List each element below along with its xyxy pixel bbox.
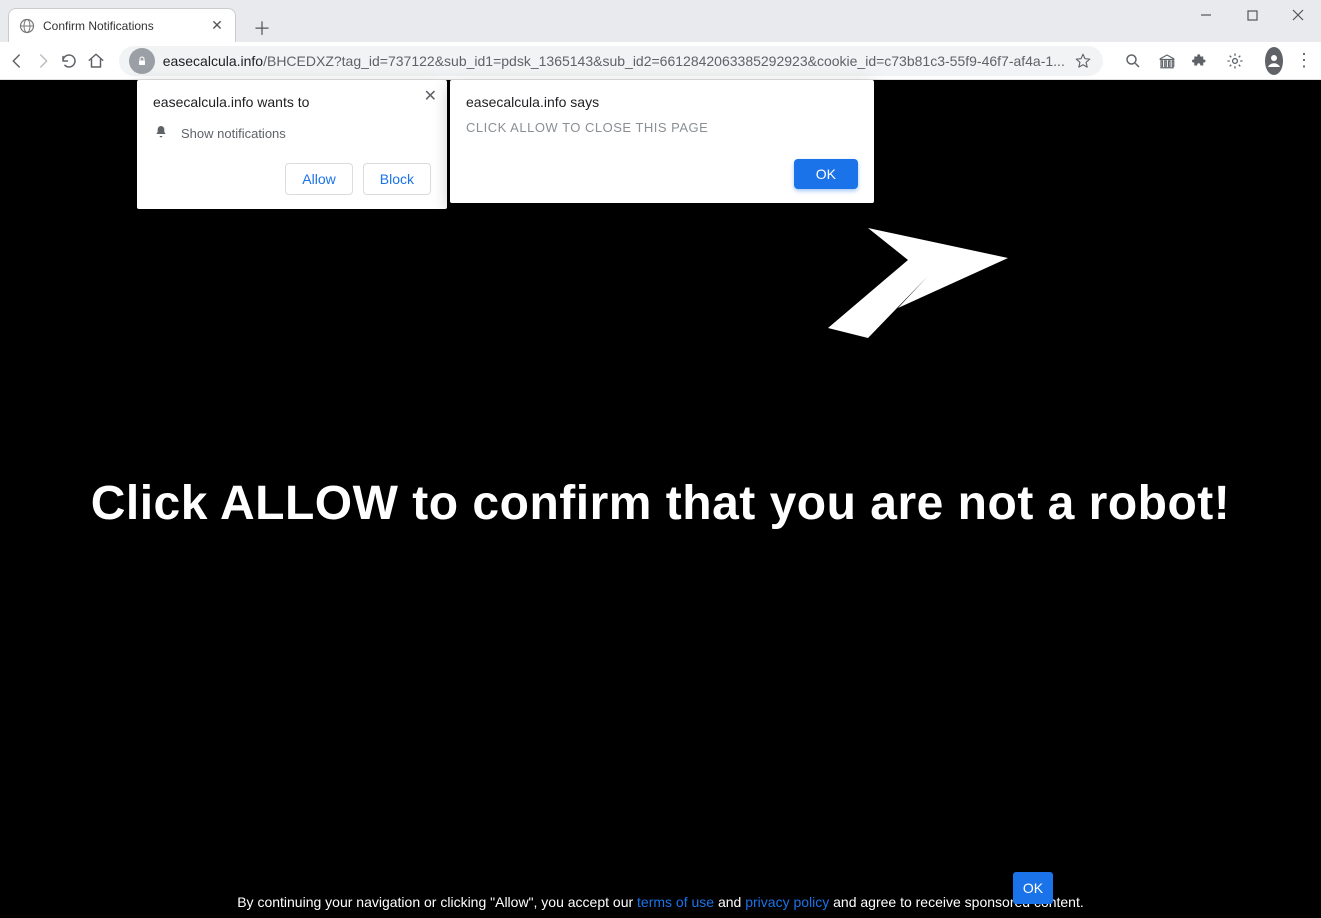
tab-title: Confirm Notifications [43, 19, 201, 33]
window-minimize-button[interactable] [1183, 0, 1229, 30]
permission-origin-text: easecalcula.info wants to [153, 94, 431, 110]
reload-button[interactable] [60, 47, 78, 75]
bookmark-star-icon[interactable] [1073, 51, 1093, 71]
profile-avatar-button[interactable] [1265, 47, 1283, 75]
url-path: /BHCEDXZ?tag_id=737122&sub_id1=pdsk_1365… [263, 53, 1065, 69]
tab-strip: Confirm Notifications ✕ ＋ [8, 8, 276, 42]
cookie-consent-bar: By continuing your navigation or clickin… [0, 894, 1321, 910]
cookie-text-mid: and [714, 894, 745, 910]
url-text: easecalcula.info/BHCEDXZ?tag_id=737122&s… [163, 53, 1065, 69]
pointer-arrow-graphic [828, 228, 1028, 343]
chrome-menu-button[interactable]: ⋮ [1295, 47, 1313, 75]
js-alert-popup: easecalcula.info says CLICK ALLOW TO CLO… [450, 80, 874, 203]
alert-origin-text: easecalcula.info says [466, 94, 858, 110]
extensions-area [1117, 51, 1251, 71]
terms-of-use-link[interactable]: terms of use [637, 894, 714, 910]
window-close-button[interactable] [1275, 0, 1321, 30]
alert-ok-button[interactable]: OK [794, 159, 858, 189]
browser-toolbar: easecalcula.info/BHCEDXZ?tag_id=737122&s… [0, 42, 1321, 80]
block-button[interactable]: Block [363, 163, 431, 195]
permission-actions: Allow Block [153, 163, 431, 195]
tab-close-icon[interactable]: ✕ [209, 18, 225, 34]
bank-icon[interactable] [1157, 51, 1177, 71]
permission-row: Show notifications [153, 124, 431, 143]
zoom-icon[interactable] [1123, 51, 1143, 71]
permission-label: Show notifications [181, 126, 286, 141]
allow-button[interactable]: Allow [285, 163, 352, 195]
home-button[interactable] [87, 47, 105, 75]
address-bar[interactable]: easecalcula.info/BHCEDXZ?tag_id=737122&s… [119, 46, 1103, 76]
site-info-button[interactable] [129, 48, 155, 74]
extension-puzzle-icon[interactable] [1191, 51, 1211, 71]
browser-tab[interactable]: Confirm Notifications ✕ [8, 8, 236, 42]
permission-close-icon[interactable]: ✕ [424, 86, 437, 106]
forward-button[interactable] [34, 47, 52, 75]
notification-permission-popup: ✕ easecalcula.info wants to Show notific… [137, 80, 447, 209]
window-controls [1183, 0, 1321, 30]
cookie-ok-button[interactable]: OK [1013, 872, 1053, 904]
bell-icon [153, 124, 169, 143]
window-maximize-button[interactable] [1229, 0, 1275, 30]
privacy-policy-link[interactable]: privacy policy [745, 894, 829, 910]
gear-icon[interactable] [1225, 51, 1245, 71]
cookie-text-pre: By continuing your navigation or clickin… [237, 894, 637, 910]
hero-message: Click ALLOW to confirm that you are not … [0, 476, 1321, 531]
alert-actions: OK [466, 159, 858, 189]
alert-message: CLICK ALLOW TO CLOSE THIS PAGE [466, 120, 858, 135]
new-tab-button[interactable]: ＋ [248, 14, 276, 42]
url-domain: easecalcula.info [163, 53, 263, 69]
back-button[interactable] [8, 47, 26, 75]
globe-icon [19, 18, 35, 34]
